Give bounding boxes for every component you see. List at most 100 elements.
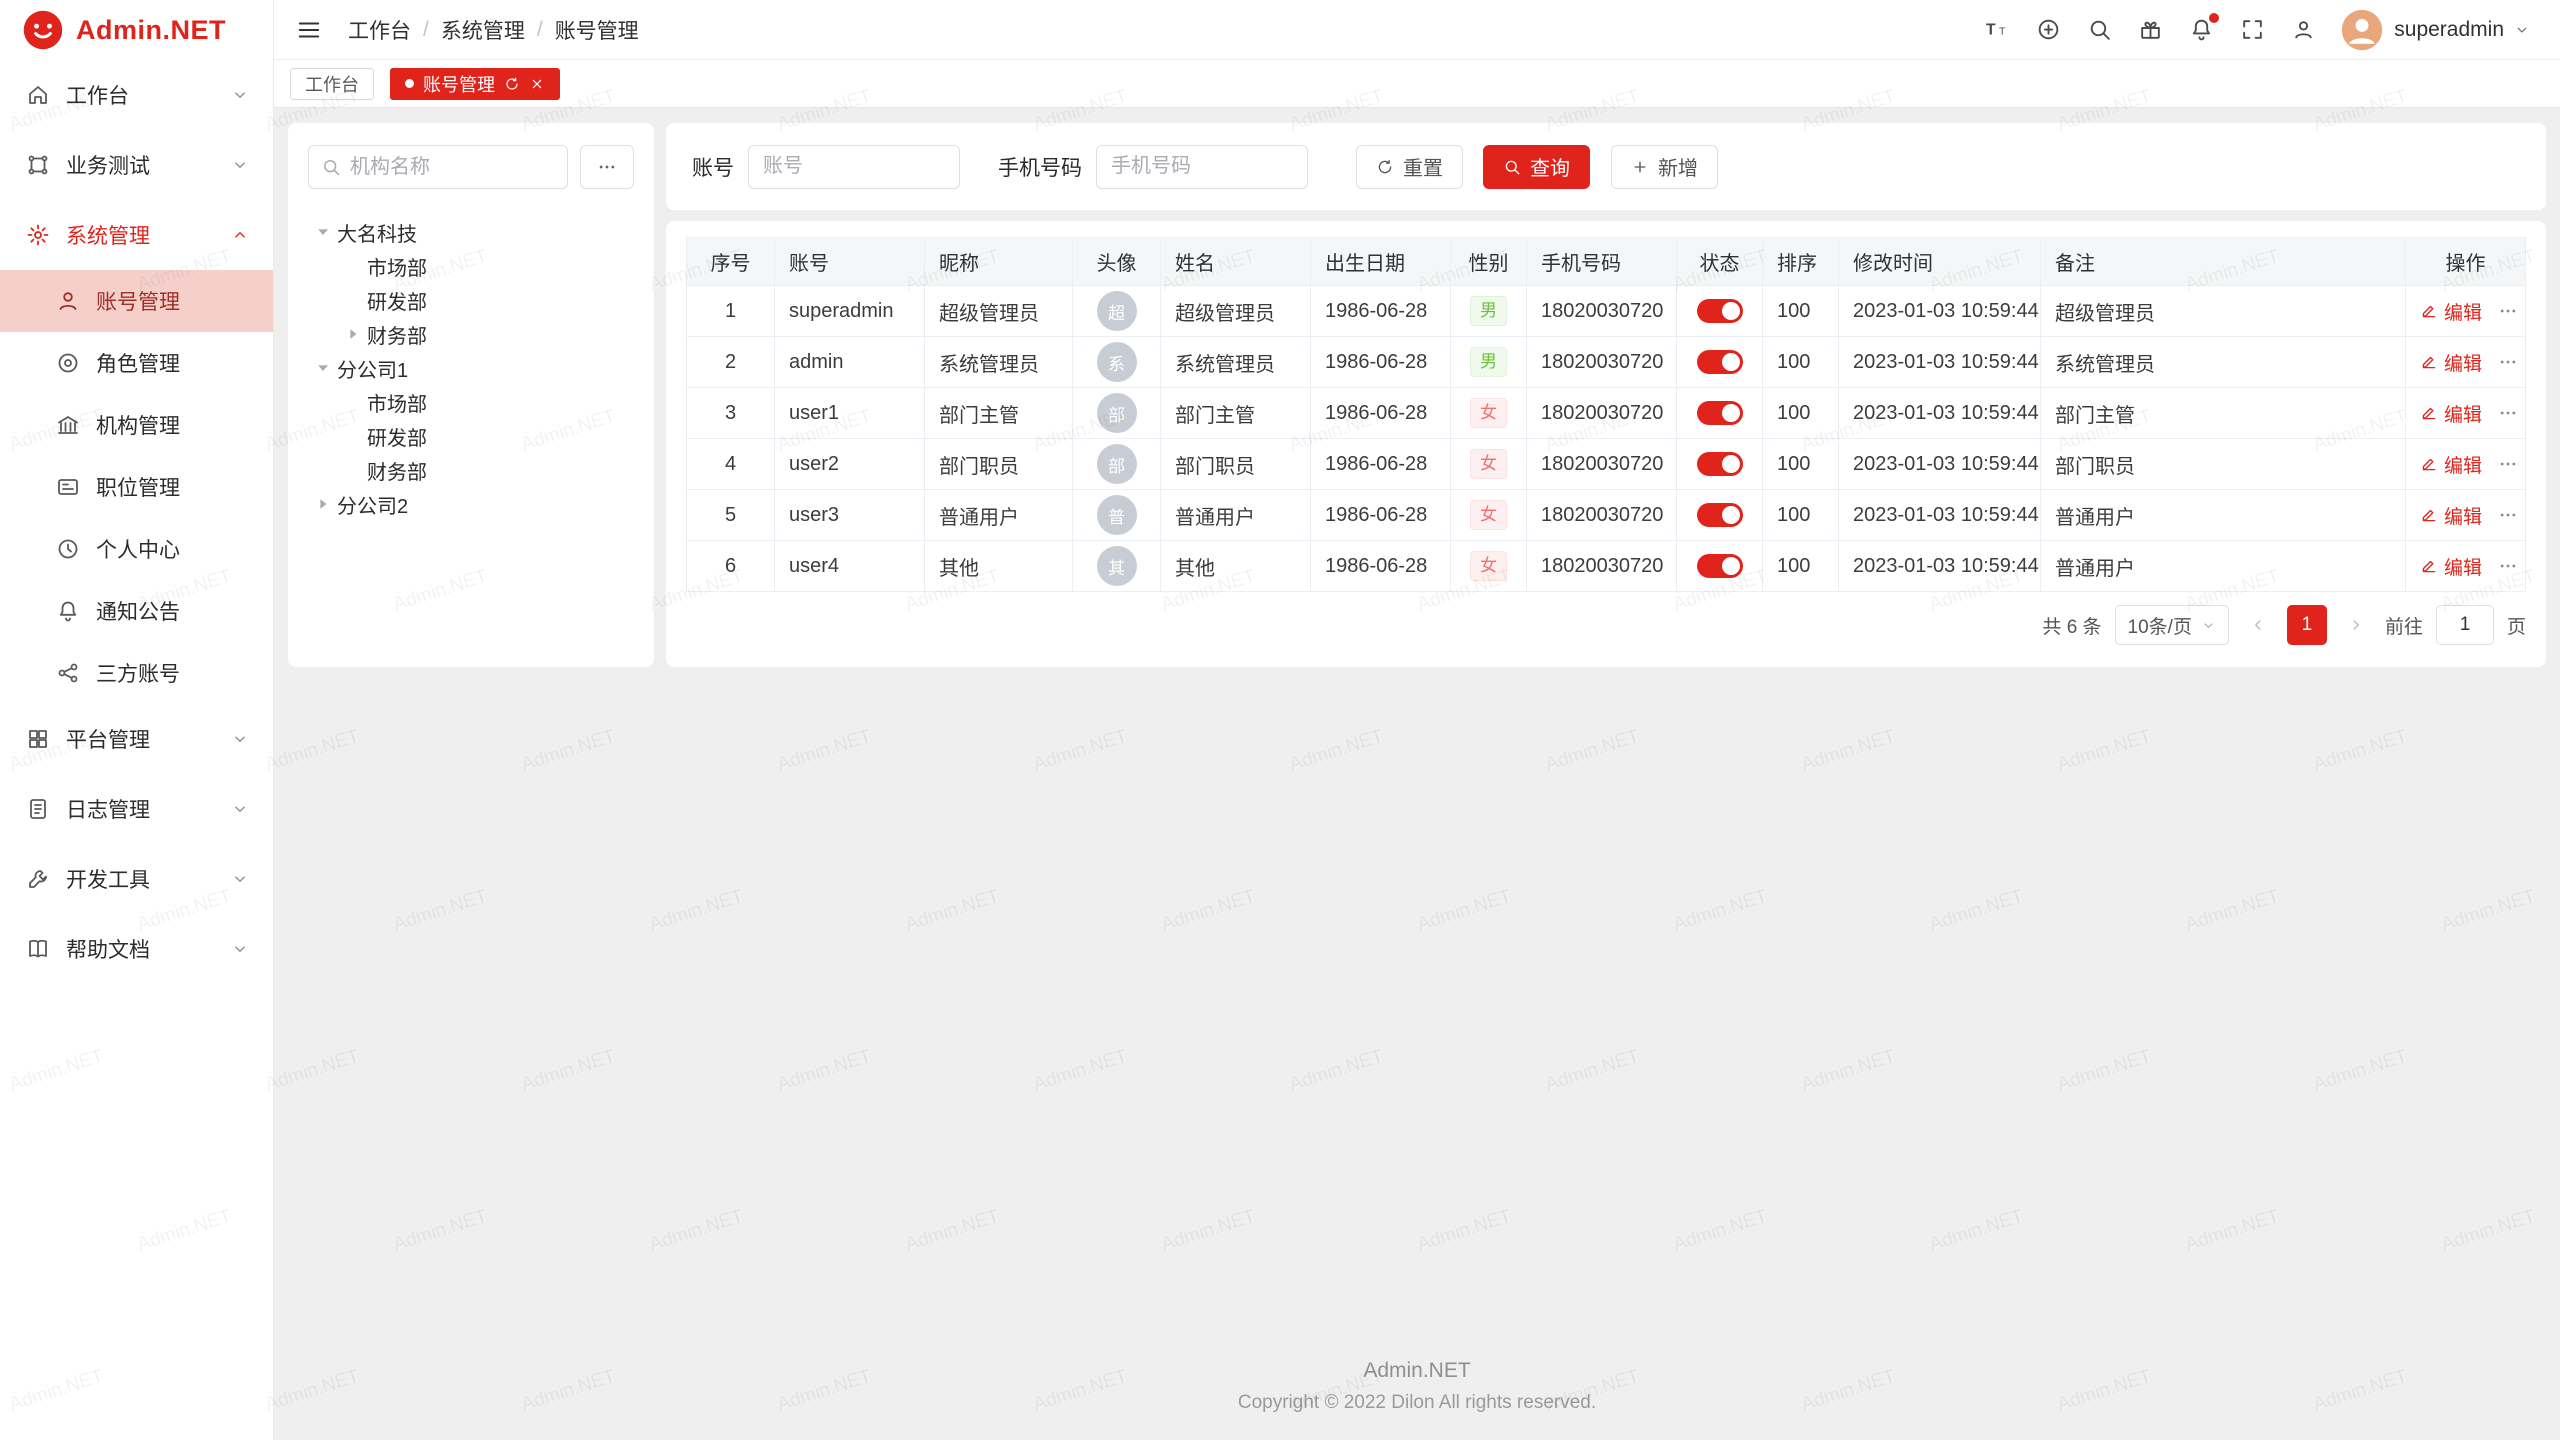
tree-node-market-dept-2[interactable]: 市场部 [308,385,634,419]
gender-tag: 女 [1470,449,1507,478]
profile-outline-icon[interactable] [2291,17,2316,42]
next-page-button[interactable] [2340,607,2372,643]
column-header-12: 操作 [2406,238,2526,286]
toggle-knob [1722,557,1740,575]
component-size-icon[interactable] [2036,17,2061,42]
caret-down-icon[interactable] [314,223,332,241]
tree-node-branch-1[interactable]: 分公司1 [308,351,634,385]
refresh-icon [1376,158,1394,176]
right-column: 账号 手机号码 重置 查询 [666,123,2546,667]
caret-right-icon[interactable] [344,325,362,343]
toggle-knob [1722,353,1740,371]
sidebar-item-log-manage[interactable]: 日志管理 [0,774,273,844]
page-1-button[interactable]: 1 [2287,605,2327,645]
sidebar-item-position-manage[interactable]: 职位管理 [0,456,273,518]
status-toggle[interactable] [1697,452,1743,476]
edit-button[interactable]: 编辑 [2420,400,2482,427]
tree-node-finance-dept-1[interactable]: 财务部 [308,317,634,351]
edit-button[interactable]: 编辑 [2420,298,2482,325]
org-more-button[interactable] [580,145,634,189]
breadcrumb-separator: / [423,18,429,42]
tab-account-manage[interactable]: 账号管理 [390,68,560,100]
menu-item-label: 日志管理 [66,794,150,824]
goto-page-input[interactable] [2436,605,2494,645]
tree-node-finance-dept-2[interactable]: 财务部 [308,453,634,487]
sidebar-menu: 工作台业务测试系统管理账号管理角色管理机构管理职位管理个人中心通知公告三方账号平… [0,60,273,1440]
row-more-button[interactable] [2498,556,2518,576]
sidebar-item-third-account[interactable]: 三方账号 [0,642,273,704]
sidebar-item-notice[interactable]: 通知公告 [0,580,273,642]
menu-item-label: 平台管理 [66,724,150,754]
row-more-button[interactable] [2498,352,2518,372]
tree-node-market-dept-1[interactable]: 市场部 [308,249,634,283]
status-toggle[interactable] [1697,299,1743,323]
menu-item-label: 帮助文档 [66,934,150,964]
row-more-button[interactable] [2498,301,2518,321]
cell-sort: 100 [1763,439,1839,490]
phone-input[interactable] [1096,145,1308,189]
cell-seq: 5 [687,490,775,541]
sidebar-item-org-manage[interactable]: 机构管理 [0,394,273,456]
row-more-button[interactable] [2498,454,2518,474]
edit-button[interactable]: 编辑 [2420,349,2482,376]
footer-copyright: Copyright © 2022 Dilon All rights reserv… [288,1392,2546,1414]
sidebar-item-role-manage[interactable]: 角色管理 [0,332,273,394]
edit-button[interactable]: 编辑 [2420,451,2482,478]
sidebar-item-help-docs[interactable]: 帮助文档 [0,914,273,984]
menu-item-label: 系统管理 [66,220,150,250]
app-logo[interactable]: Admin.NET [0,0,273,60]
add-button[interactable]: 新增 [1611,145,1718,189]
sidebar-item-workbench[interactable]: 工作台 [0,60,273,130]
breadcrumb-item[interactable]: 工作台 [348,15,411,45]
status-toggle[interactable] [1697,554,1743,578]
caret-right-icon[interactable] [314,495,332,513]
status-toggle[interactable] [1697,401,1743,425]
prev-page-button[interactable] [2242,607,2274,643]
tab-workbench[interactable]: 工作台 [290,68,374,100]
breadcrumb-item[interactable]: 账号管理 [555,15,639,45]
tab-bar: 工作台 账号管理 [274,60,2560,108]
search-icon[interactable] [2087,17,2112,42]
sidebar-item-business-test[interactable]: 业务测试 [0,130,273,200]
reset-button[interactable]: 重置 [1356,145,1463,189]
tree-node-label: 研发部 [367,286,427,315]
menu-collapse-icon[interactable] [296,17,322,43]
user-avatar [2340,8,2384,52]
org-name-input[interactable] [350,156,555,179]
row-more-button[interactable] [2498,505,2518,525]
sidebar-item-system-manage[interactable]: 系统管理 [0,200,273,270]
tree-node-rd-dept-1[interactable]: 研发部 [308,283,634,317]
cell-phone: 18020030720 [1527,439,1677,490]
page-size-select[interactable]: 10条/页 [2115,605,2229,645]
chevron-down-icon [2201,618,2216,633]
search-button[interactable]: 查询 [1483,145,1590,189]
sidebar-item-account-manage[interactable]: 账号管理 [0,270,273,332]
font-size-icon[interactable]: TT [1985,17,2010,42]
chevron-down-icon [231,940,249,958]
tree-node-daming-tech[interactable]: 大名科技 [308,215,634,249]
refresh-icon[interactable] [504,76,520,92]
account-input[interactable] [748,145,960,189]
breadcrumb-item[interactable]: 系统管理 [441,15,525,45]
notification-icon[interactable] [2189,17,2214,42]
theme-icon[interactable] [2138,17,2163,42]
edit-button[interactable]: 编辑 [2420,553,2482,580]
caret-down-icon[interactable] [314,359,332,377]
cell-actions: 编辑 [2406,337,2526,388]
tab-label: 工作台 [305,71,359,97]
close-icon[interactable] [529,76,545,92]
status-toggle[interactable] [1697,350,1743,374]
user-menu[interactable]: superadmin [2340,8,2530,52]
search-icon [321,157,341,177]
sidebar-item-platform-manage[interactable]: 平台管理 [0,704,273,774]
fullscreen-icon[interactable] [2240,17,2265,42]
sidebar-item-personal-center[interactable]: 个人中心 [0,518,273,580]
edit-button[interactable]: 编辑 [2420,502,2482,529]
tree-node-rd-dept-2[interactable]: 研发部 [308,419,634,453]
row-more-button[interactable] [2498,403,2518,423]
status-toggle[interactable] [1697,503,1743,527]
topbar-actions: TT superadmin [1985,8,2530,52]
tree-node-branch-2[interactable]: 分公司2 [308,487,634,521]
svg-text:T: T [1986,22,1996,39]
sidebar-item-dev-tools[interactable]: 开发工具 [0,844,273,914]
